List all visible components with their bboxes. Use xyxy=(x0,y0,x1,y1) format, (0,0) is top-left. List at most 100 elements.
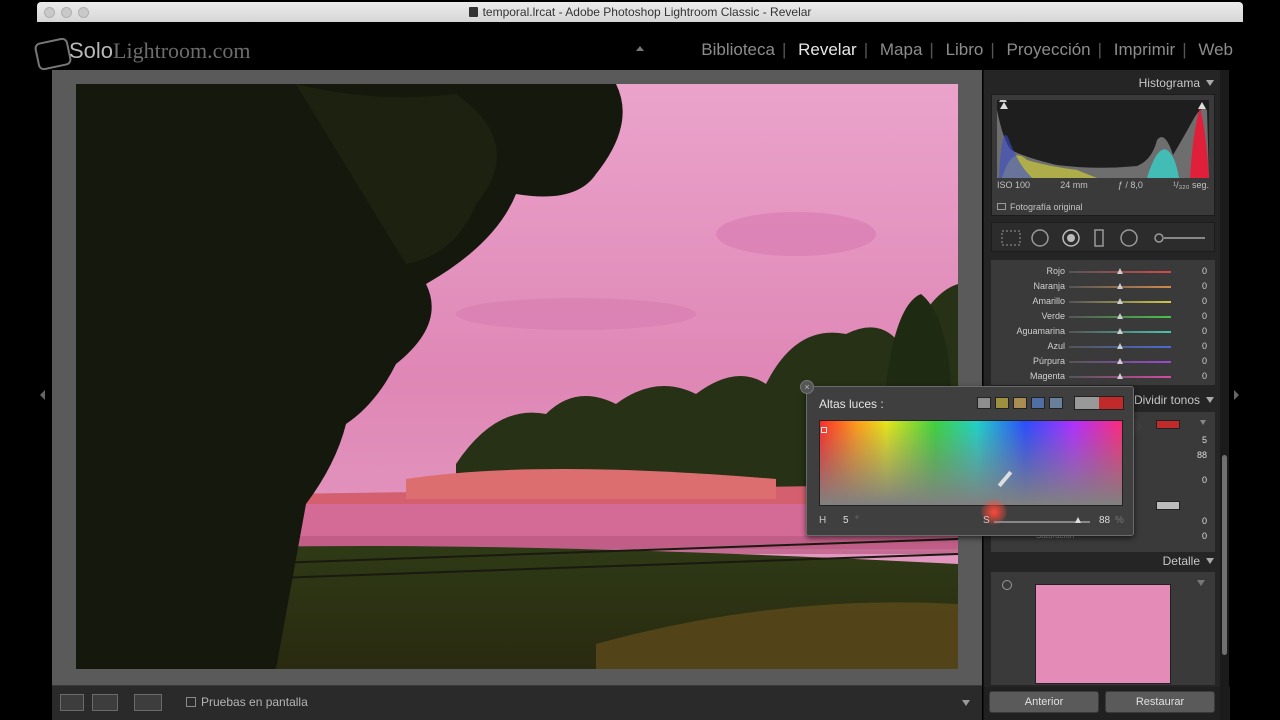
module-libro[interactable]: Libro xyxy=(939,40,991,59)
tool-icons xyxy=(1001,229,1205,247)
soft-proof-label: Pruebas en pantalla xyxy=(201,695,308,709)
shadow-hue-value[interactable]: 0 xyxy=(1202,516,1207,526)
module-web[interactable]: Web xyxy=(1191,40,1233,59)
hsl-value[interactable]: 0 xyxy=(1202,371,1207,381)
preset-swatch[interactable] xyxy=(1031,397,1045,409)
previous-button[interactable]: Anterior xyxy=(989,691,1099,713)
logo-text-solo: Solo xyxy=(69,38,114,63)
collapse-top-panel-icon[interactable] xyxy=(636,46,644,51)
reset-button[interactable]: Restaurar xyxy=(1105,691,1215,713)
loupe-view-button[interactable] xyxy=(60,694,84,711)
hsl-value[interactable]: 0 xyxy=(1202,281,1207,291)
hsl-value[interactable]: 0 xyxy=(1202,296,1207,306)
preset-swatch[interactable] xyxy=(1013,397,1027,409)
hue-unit: ° xyxy=(855,515,859,526)
hsl-label: Verde xyxy=(1041,311,1065,321)
module-revelar[interactable]: Revelar xyxy=(791,40,864,59)
detail-preview-image[interactable] xyxy=(1035,584,1171,684)
document-icon xyxy=(468,7,478,17)
exif-info: ISO 100 24 mm ƒ / 8,0 ¹/₃₂₀ seg. xyxy=(997,180,1209,190)
preset-swatch[interactable] xyxy=(995,397,1009,409)
histogram-graph[interactable] xyxy=(997,96,1209,178)
hsl-row-verde: Verde 0 xyxy=(991,309,1215,324)
hue-value[interactable]: 5 xyxy=(843,515,849,526)
histogram-chart xyxy=(997,96,1209,178)
highlight-clipping-icon[interactable] xyxy=(1198,102,1206,109)
eyedropper-icon xyxy=(997,470,1013,488)
slider-knob[interactable] xyxy=(1117,373,1123,379)
hsl-value[interactable]: 0 xyxy=(1202,326,1207,336)
hsl-value[interactable]: 0 xyxy=(1202,311,1207,321)
hsl-label: Aguamarina xyxy=(1016,326,1065,336)
highlight-color-swatch[interactable] xyxy=(1156,420,1180,429)
hsl-row-magenta: Magenta 0 xyxy=(991,369,1215,384)
preview-toggle-icon[interactable] xyxy=(1197,580,1205,586)
shadow-clipping-icon[interactable] xyxy=(1000,102,1008,109)
swatch-dropdown-icon[interactable] xyxy=(1200,420,1206,425)
balance-value[interactable]: 0 xyxy=(1202,475,1207,485)
aperture-value: ƒ / 8,0 xyxy=(1117,180,1143,190)
focal-length-value: 24 mm xyxy=(1060,180,1088,190)
slider-knob[interactable] xyxy=(1117,358,1123,364)
iso-value: ISO 100 xyxy=(997,180,1031,190)
saturation-value[interactable]: 88 xyxy=(1099,515,1110,526)
highlight-hue-value[interactable]: 5 xyxy=(1202,435,1207,445)
current-color-swatch[interactable] xyxy=(1074,396,1124,410)
hue-saturation-field[interactable] xyxy=(819,420,1123,525)
shutter-value: ¹/₃₂₀ seg. xyxy=(1173,180,1209,190)
hsl-row-amarillo: Amarillo 0 xyxy=(991,294,1215,309)
bottom-toolbar: Pruebas en pantalla xyxy=(52,685,982,720)
module-bar: SoloLightroom.com Biblioteca | Revelar | M… xyxy=(0,22,1280,72)
photo-preview[interactable] xyxy=(76,84,958,669)
hsl-value[interactable]: 0 xyxy=(1202,341,1207,351)
histogram-title: Histograma xyxy=(1138,76,1200,90)
right-panel-scrollbar[interactable] xyxy=(1220,70,1229,720)
original-photo-checkbox[interactable] xyxy=(997,203,1006,210)
hsl-value[interactable]: 0 xyxy=(1202,266,1207,276)
detail-title: Detalle xyxy=(1162,554,1200,568)
before-after-button[interactable] xyxy=(92,694,118,711)
module-mapa[interactable]: Mapa xyxy=(873,40,930,59)
module-biblioteca[interactable]: Biblioteca xyxy=(694,40,782,59)
saturation-unit: % xyxy=(1115,515,1124,526)
lightroom-window: temporal.lrcat - Adobe Photoshop Lightro… xyxy=(0,0,1280,720)
shadow-color-swatch[interactable] xyxy=(1156,501,1180,510)
preset-swatch[interactable] xyxy=(1049,397,1063,409)
slider-knob[interactable] xyxy=(1117,298,1123,304)
slider-knob[interactable] xyxy=(1117,343,1123,349)
toolbar-dropdown-icon[interactable] xyxy=(962,700,970,706)
module-picker: Biblioteca | Revelar | Mapa | Libro | Proyec… xyxy=(694,40,1233,60)
original-photo-toggle[interactable]: Fotografía original xyxy=(997,202,1083,212)
collapse-icon xyxy=(1206,397,1214,403)
collapse-right-panel-icon[interactable] xyxy=(1234,390,1239,400)
selected-color xyxy=(1099,397,1123,409)
target-icon[interactable] xyxy=(1002,580,1012,590)
histogram-header[interactable]: Histograma xyxy=(984,72,1230,94)
highlight-saturation-value[interactable]: 88 xyxy=(1197,450,1207,460)
detail-panel xyxy=(991,572,1215,685)
soft-proof-checkbox[interactable] xyxy=(186,697,196,707)
scrollbar-thumb[interactable] xyxy=(1222,455,1227,655)
slider-knob[interactable] xyxy=(1117,283,1123,289)
slider-knob[interactable] xyxy=(1117,328,1123,334)
hue-label: H xyxy=(819,515,827,526)
hsl-value[interactable]: 0 xyxy=(1202,356,1207,366)
saturation-slider-knob[interactable] xyxy=(1075,517,1081,523)
detail-header[interactable]: Detalle xyxy=(984,550,1230,572)
hsl-label: Magenta xyxy=(1029,371,1065,381)
hsl-label: Naranja xyxy=(1033,281,1065,291)
hsl-row-purpura: Púrpura 0 xyxy=(991,354,1215,369)
camera-logo-icon xyxy=(33,36,73,72)
slider-knob[interactable] xyxy=(1117,268,1123,274)
module-imprimir[interactable]: Imprimir xyxy=(1107,40,1182,59)
slider-knob[interactable] xyxy=(1117,313,1123,319)
picker-pointer xyxy=(1134,418,1143,436)
module-proyeccion[interactable]: Proyección xyxy=(1000,40,1098,59)
preset-swatch[interactable] xyxy=(977,397,991,409)
expand-left-panel-icon[interactable] xyxy=(40,390,45,400)
yy-view-button[interactable] xyxy=(134,694,162,711)
window-title: temporal.lrcat - Adobe Photoshop Lightro… xyxy=(37,5,1243,19)
close-icon[interactable]: × xyxy=(800,380,814,394)
hsl-row-naranja: Naranja 0 xyxy=(991,279,1215,294)
shadow-saturation-value[interactable]: 0 xyxy=(1202,531,1207,541)
